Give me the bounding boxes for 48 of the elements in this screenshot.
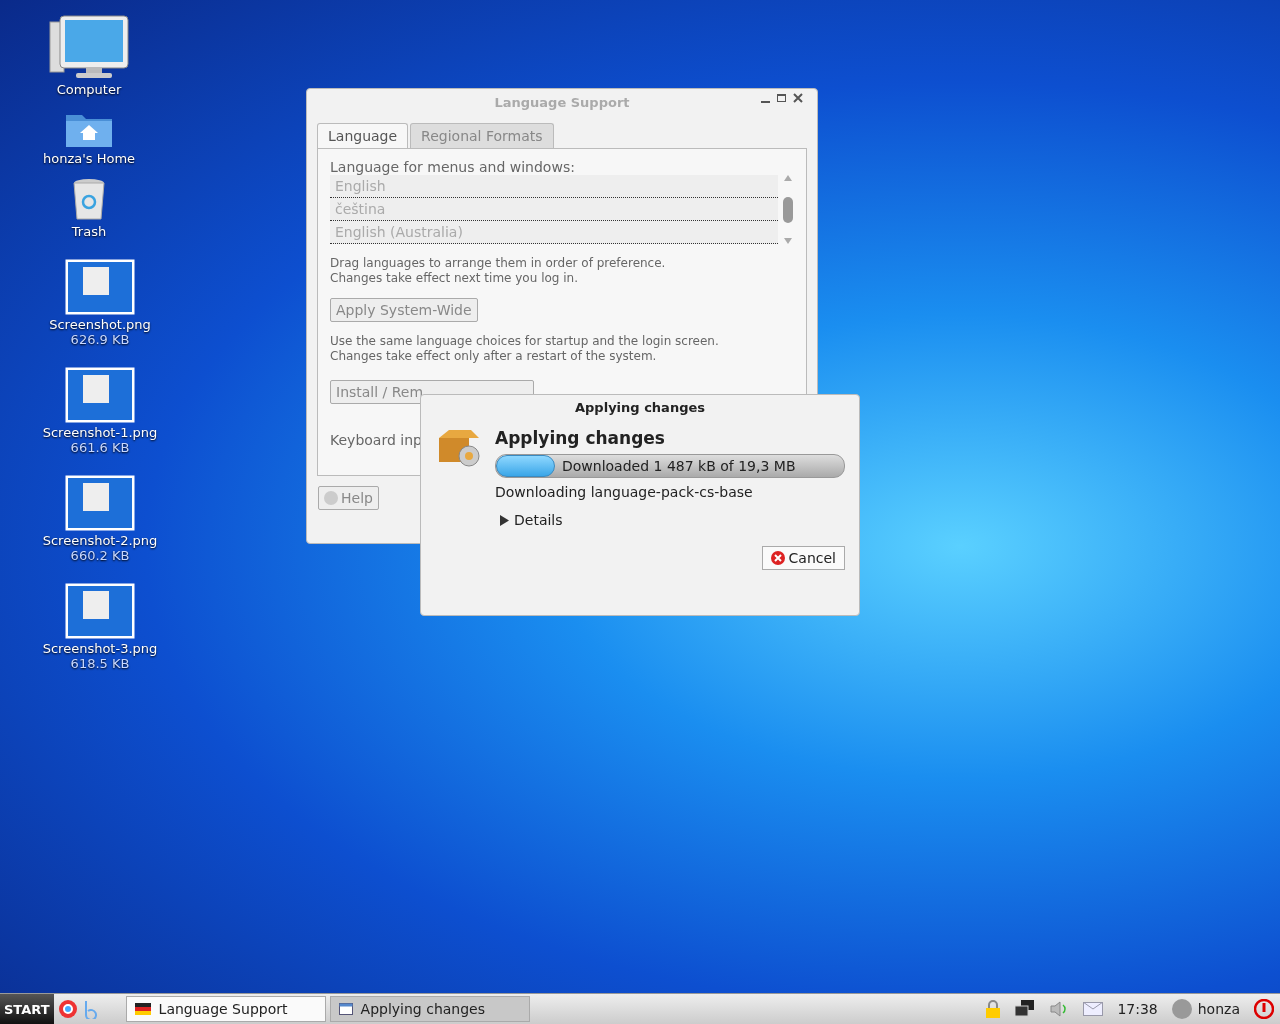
maximize-icon[interactable] [777,93,787,103]
user-name[interactable]: honza [1197,1001,1240,1017]
desktop-icon-label[interactable]: honza's Home [42,151,136,166]
tab[interactable]: Language [317,123,409,148]
dialog-title: Applying changes [574,399,706,417]
hint-text: Changes take effect next time you log in. [330,271,579,286]
file-size: 660.2 KB [70,548,130,563]
window-icon [338,1003,353,1015]
desktop-icon-label[interactable]: Trash [71,224,107,239]
desktop-icon-label[interactable]: Screenshot.png [49,317,151,332]
taskbar-button[interactable]: Language Support [125,996,326,1022]
image-thumbnail-icon[interactable] [65,367,135,423]
taskbar-button[interactable]: Applying changes [329,996,530,1022]
list-label: Language for menus and windows: [330,159,576,175]
image-thumbnail-icon[interactable] [65,475,135,531]
power-icon[interactable] [1254,999,1274,1019]
clock[interactable]: 17:38 [1117,1001,1158,1017]
image-thumbnail-icon[interactable] [65,583,135,639]
dialog-heading: Applying changes [495,428,666,448]
flag-icon [134,1003,151,1015]
window-title: Language Support [494,94,630,110]
help-icon [324,491,338,505]
browser-icon[interactable] [57,999,78,1019]
start-button[interactable]: START [0,994,54,1024]
scrollbar-thumb[interactable] [783,196,793,223]
hint-text: Changes take effect only after a restart of the system. [330,349,658,364]
network-icon[interactable] [1015,1000,1036,1018]
file-size: 618.5 KB [70,656,130,671]
status-text: Downloading language-pack-cs-base [495,484,754,500]
lock-icon[interactable] [985,1000,1002,1018]
close-icon[interactable] [793,93,803,103]
image-thumbnail-icon[interactable] [65,259,135,315]
avatar-icon [1171,999,1192,1019]
expander-triangle-icon [499,514,510,526]
trash-icon[interactable] [72,178,106,222]
hint-text: Drag languages to arrange them in order of preference. [330,256,667,271]
cancel-button[interactable]: Cancel [761,546,845,570]
desktop-icon-label[interactable]: Screenshot-3.png [42,641,158,656]
desktop-icon-label[interactable]: Screenshot-1.png [42,425,158,440]
progress-bar: Downloaded 1 487 kB of 19,3 MB [495,454,845,478]
file-size: 661.6 KB [70,440,130,455]
desktop-icon-label[interactable]: Screenshot-2.png [42,533,158,548]
cancel-icon [770,551,785,565]
computer-icon[interactable] [48,14,130,80]
details-expander[interactable]: Details [499,512,845,528]
hint-text: Use the same language choices for startup and the login screen. [330,334,720,349]
file-size: 626.9 KB [70,332,130,347]
desktop-icon-label[interactable]: Computer [56,82,122,97]
